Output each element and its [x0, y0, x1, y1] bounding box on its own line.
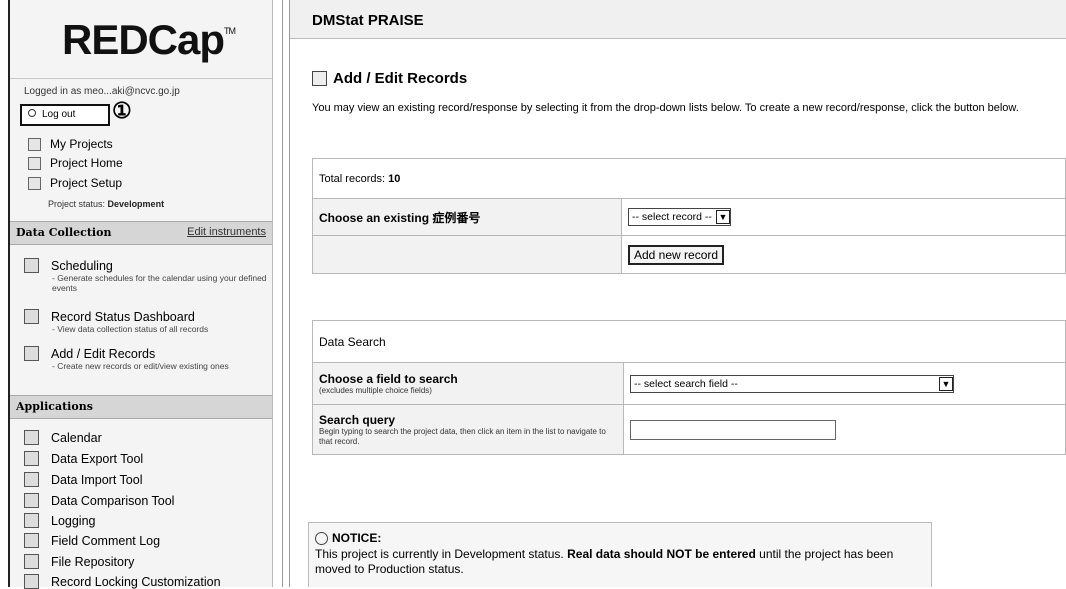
sidebar-item-scheduling[interactable]: Scheduling - Generate schedules for the …	[24, 258, 272, 293]
logout-link[interactable]: Log out	[20, 104, 110, 126]
sidebar-item-data-import[interactable]: Data Import Tool	[24, 472, 142, 487]
import-icon	[24, 472, 39, 487]
file-icon	[24, 554, 39, 569]
sidebar-item-file-repository[interactable]: File Repository	[24, 554, 134, 569]
sidebar-item-calendar[interactable]: Calendar	[24, 430, 102, 445]
calendar-icon	[24, 258, 39, 273]
intro-text: You may view an existing record/response…	[312, 102, 1019, 114]
projects-icon	[28, 137, 41, 151]
home-icon	[28, 156, 41, 170]
edit-form-icon	[312, 71, 327, 86]
record-select[interactable]: -- select record -- ▼	[628, 208, 731, 226]
logged-in-text: Logged in as meo...aki@ncvc.go.jp	[24, 86, 180, 97]
search-field-label: Choose a field to search (excludes multi…	[312, 362, 624, 405]
sidebar-divider	[282, 0, 290, 587]
search-query-label: Search query Begin typing to search the …	[312, 404, 624, 455]
project-title: DMStat PRAISE	[312, 12, 424, 29]
choose-record-label: Choose an existing 症例番号	[312, 198, 622, 236]
page-title: Add / Edit Records	[312, 70, 467, 87]
notice-box: NOTICE: This project is currently in Dev…	[308, 522, 932, 587]
sidebar-item-add-edit-records[interactable]: Add / Edit Records - Create new records …	[24, 346, 272, 371]
divider	[10, 78, 272, 79]
calendar-icon	[24, 430, 39, 445]
grid-icon	[24, 309, 39, 324]
edit-form-icon	[24, 346, 39, 361]
edit-instruments-link[interactable]: Edit instruments	[187, 226, 266, 238]
main-content: DMStat PRAISE Add / Edit Records You may…	[290, 0, 1066, 587]
setup-icon	[28, 176, 41, 190]
data-search-table: Data Search Choose a field to search (ex…	[312, 320, 1066, 455]
nav-project-home[interactable]: Project Home	[28, 156, 123, 170]
chevron-down-icon: ▼	[939, 376, 953, 391]
log-icon	[24, 513, 39, 528]
notice-text: This project is currently in Development…	[315, 547, 894, 576]
comment-icon	[24, 533, 39, 548]
sidebar-item-data-comparison[interactable]: Data Comparison Tool	[24, 493, 174, 508]
project-header: DMStat PRAISE	[290, 0, 1066, 39]
section-data-collection: Data Collection Edit instruments	[10, 221, 272, 245]
total-records: Total records: 10	[312, 158, 1066, 199]
sidebar-item-data-export[interactable]: Data Export Tool	[24, 451, 143, 466]
compare-icon	[24, 493, 39, 508]
sidebar-item-field-comment-log[interactable]: Field Comment Log	[24, 533, 160, 548]
data-search-title: Data Search	[312, 320, 1066, 363]
info-icon	[315, 531, 328, 545]
nav-my-projects[interactable]: My Projects	[28, 137, 113, 151]
add-new-record-button[interactable]: Add new record	[628, 244, 725, 265]
records-table: Total records: 10 Choose an existing 症例番…	[312, 158, 1066, 274]
section-applications: Applications	[10, 395, 272, 419]
redcap-logo[interactable]: REDCapTM	[62, 16, 236, 64]
chevron-down-icon: ▼	[715, 210, 730, 224]
logout-icon	[28, 109, 36, 117]
annotation-marker: ①	[112, 98, 132, 123]
nav-project-setup[interactable]: Project Setup	[28, 176, 122, 190]
search-field-select[interactable]: -- select search field -- ▼	[630, 374, 954, 393]
export-icon	[24, 451, 39, 466]
search-query-input[interactable]	[630, 419, 836, 440]
project-status: Project status: Development	[48, 199, 165, 209]
sidebar-item-logging[interactable]: Logging	[24, 513, 96, 528]
sidebar-item-record-status-dashboard[interactable]: Record Status Dashboard - View data coll…	[24, 309, 272, 334]
